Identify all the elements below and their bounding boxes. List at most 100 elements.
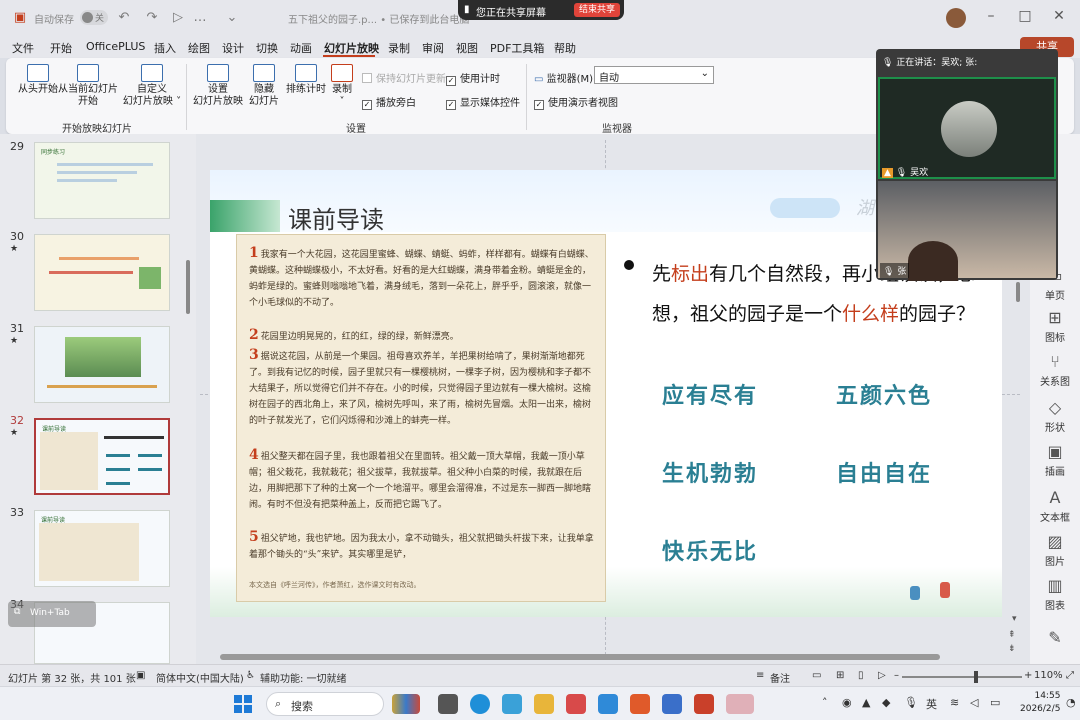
custom-slideshow-button[interactable]: 自定义 幻灯片放映 ˅	[122, 64, 182, 108]
monitor-select[interactable]: 自动 ⌄	[594, 66, 714, 84]
thumbnail-scrollbar[interactable]	[186, 260, 190, 314]
input-method[interactable]: 英	[926, 696, 937, 712]
participant-video-2[interactable]: 🎙 张	[878, 181, 1056, 281]
menu-view[interactable]: 视图	[456, 40, 478, 56]
user-avatar[interactable]	[946, 8, 966, 28]
menu-design[interactable]: 设计	[222, 40, 244, 56]
maximize-icon[interactable]: □	[1010, 8, 1040, 28]
panel-pictures[interactable]: ▨ 图片	[1034, 532, 1076, 568]
slideshow-view-icon[interactable]: ▷	[878, 670, 886, 681]
from-current-slide-button[interactable]: 从当前幻灯片 开始	[58, 64, 118, 108]
menu-animations[interactable]: 动画	[290, 40, 312, 56]
app-cloud-icon[interactable]	[598, 694, 618, 714]
slide-thumbnail-31[interactable]	[34, 326, 170, 403]
zoom-slider-thumb[interactable]	[974, 671, 978, 683]
minimize-icon[interactable]: –	[976, 8, 1006, 28]
panel-charts[interactable]: ▥ 图表	[1034, 576, 1076, 612]
autosave-toggle[interactable]: 关	[80, 10, 108, 25]
menu-home[interactable]: 开始	[50, 40, 72, 56]
accessibility-status[interactable]: 辅助功能: 一切就绪	[260, 670, 347, 685]
slide-thumbnail-32[interactable]: 课前导读	[34, 418, 170, 495]
setup-slideshow-button[interactable]: 设置 幻灯片放映	[192, 64, 244, 108]
tray-app-icon[interactable]: ▲	[862, 696, 870, 709]
menu-officeplus[interactable]: OfficePLUS	[86, 40, 145, 53]
menu-insert[interactable]: 插入	[154, 40, 176, 56]
slide-thumbnail-29[interactable]: 同步练习	[34, 142, 170, 219]
notes-button[interactable]: 备注	[770, 670, 790, 685]
panel-settings[interactable]: ✎	[1034, 628, 1076, 649]
menu-help[interactable]: 帮助	[554, 40, 576, 56]
fit-slide-icon[interactable]: ⤢	[1066, 670, 1074, 681]
tray-app-icon[interactable]: ◉	[842, 696, 852, 709]
language-indicator[interactable]: 简体中文(中国大陆)	[156, 670, 244, 685]
zoom-out-icon[interactable]: –	[894, 670, 899, 681]
menu-slideshow[interactable]: 幻灯片放映	[324, 40, 379, 56]
prev-slide-icon[interactable]: ⇞	[1008, 630, 1016, 640]
record-button[interactable]: 录制 ˅	[328, 64, 356, 108]
menu-file[interactable]: 文件	[12, 40, 34, 56]
edge-icon[interactable]	[470, 694, 490, 714]
menu-review[interactable]: 审阅	[422, 40, 444, 56]
slide-thumbnail-30[interactable]	[34, 234, 170, 311]
volume-icon[interactable]: ◁	[970, 696, 978, 709]
floating-chip[interactable]: ⧉ Win+Tab	[8, 601, 96, 627]
tray-app-icon[interactable]: ◆	[882, 696, 890, 709]
notification-bell-icon[interactable]: ◔	[1066, 696, 1076, 709]
tray-up-arrow-icon[interactable]: ˄	[822, 696, 828, 709]
proofing-icon[interactable]: ▣	[136, 670, 145, 681]
file-explorer-icon[interactable]	[534, 694, 554, 714]
undo-icon[interactable]: ↶	[116, 10, 132, 26]
menu-draw[interactable]: 绘图	[188, 40, 210, 56]
slide-scrollbar[interactable]	[1016, 282, 1020, 302]
use-timings-checkbox[interactable]: ✓ 使用计时	[446, 70, 500, 86]
zoom-slider[interactable]	[902, 676, 1022, 678]
close-icon[interactable]: ✕	[1044, 8, 1074, 28]
battery-icon[interactable]: ▭	[990, 696, 1000, 709]
zoom-in-icon[interactable]: +	[1024, 670, 1032, 681]
more-icon[interactable]: …	[192, 10, 208, 26]
panel-smartart[interactable]: ⑂ 关系图	[1034, 352, 1076, 388]
stop-share-button[interactable]: 结束共享	[574, 3, 620, 17]
wifi-icon[interactable]: ≋	[950, 696, 959, 709]
reading-view-icon[interactable]: ▯	[858, 670, 864, 681]
customize-icon[interactable]: ⌄	[224, 10, 240, 26]
microphone-tray-icon[interactable]: 🎙	[904, 696, 918, 709]
menu-record[interactable]: 录制	[388, 40, 410, 56]
zoom-level[interactable]: 110%	[1034, 670, 1063, 681]
horizontal-scrollbar[interactable]	[220, 654, 940, 660]
app-red-icon[interactable]	[566, 694, 586, 714]
panel-illustrations[interactable]: ▣ 插画	[1034, 442, 1076, 478]
task-view-icon[interactable]	[438, 694, 458, 714]
keep-updated-checkbox[interactable]: 保持幻灯片更新	[362, 70, 446, 85]
taskbar-search[interactable]: ⌕ 搜索	[266, 692, 384, 716]
powerpoint-taskbar-icon[interactable]	[694, 694, 714, 714]
button-label: 排练计时	[286, 84, 326, 95]
menu-pdf-tools[interactable]: PDF工具箱	[490, 40, 544, 56]
active-app-icon[interactable]	[726, 694, 754, 714]
windows-start-icon[interactable]	[234, 695, 252, 713]
panel-shapes[interactable]: ◇ 形状	[1034, 398, 1076, 434]
teams-icon[interactable]	[502, 694, 522, 714]
app-orange-icon[interactable]	[630, 694, 650, 714]
slide-thumbnail-33[interactable]: 课前导读	[34, 510, 170, 587]
play-narrations-checkbox[interactable]: ✓ 播放旁白	[362, 94, 416, 110]
presenter-view-checkbox[interactable]: ✓ 使用演示者视图	[534, 94, 618, 110]
panel-icons[interactable]: ⊞ 图标	[1034, 308, 1076, 344]
show-media-controls-checkbox[interactable]: ✓ 显示媒体控件	[446, 94, 520, 110]
scroll-down-icon[interactable]: ▾	[1012, 614, 1017, 624]
system-clock[interactable]: 14:55 2026/2/5	[1020, 690, 1060, 716]
hide-slide-button[interactable]: 隐藏 幻灯片	[244, 64, 284, 108]
menu-transitions[interactable]: 切换	[256, 40, 278, 56]
redo-icon[interactable]: ↷	[144, 10, 160, 26]
next-slide-icon[interactable]: ⇟	[1008, 644, 1016, 654]
slideshow-icon[interactable]: ▷	[170, 10, 186, 26]
normal-view-icon[interactable]: ▭	[812, 670, 821, 681]
app-photo-icon[interactable]	[662, 694, 682, 714]
participant-video-1[interactable]: ▲ 🎙 吴欢	[878, 77, 1056, 179]
from-beginning-button[interactable]: 从头开始	[12, 64, 64, 96]
rehearse-timings-button[interactable]: 排练计时	[284, 64, 328, 96]
panel-textbox[interactable]: A 文本框	[1034, 488, 1076, 524]
panel-label: 插画	[1045, 467, 1065, 478]
sorter-view-icon[interactable]: ⊞	[836, 670, 844, 681]
widgets-icon[interactable]	[392, 694, 420, 714]
